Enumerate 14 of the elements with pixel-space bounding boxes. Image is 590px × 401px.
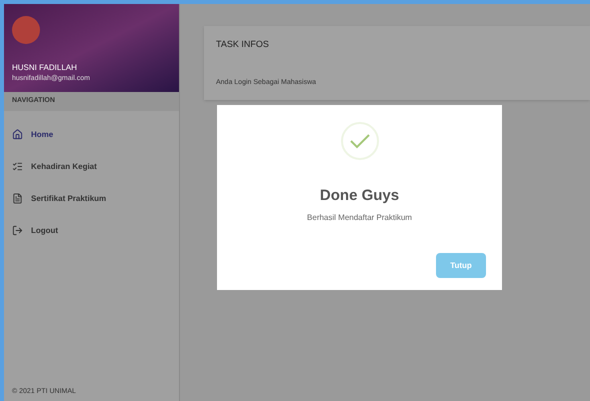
avatar-icon bbox=[12, 16, 40, 44]
home-icon bbox=[12, 129, 23, 140]
card-title: TASK INFOS bbox=[216, 38, 270, 51]
dialog-message: Berhasil Mendaftar Praktikum bbox=[307, 212, 412, 224]
dialog-title: Done Guys bbox=[320, 186, 400, 206]
nav-item[interactable]: Logout bbox=[4, 214, 179, 246]
nav-item[interactable]: Kehadiran Kegiat bbox=[4, 150, 179, 182]
document-icon bbox=[12, 193, 23, 204]
nav-item[interactable]: Home bbox=[4, 118, 179, 150]
profile-name: HUSNI FADILLAH bbox=[12, 62, 78, 74]
logout-icon bbox=[12, 225, 23, 236]
check-icon bbox=[340, 121, 380, 161]
checklist-icon bbox=[12, 161, 23, 172]
nav-item[interactable]: Sertifikat Praktikum bbox=[4, 182, 179, 214]
